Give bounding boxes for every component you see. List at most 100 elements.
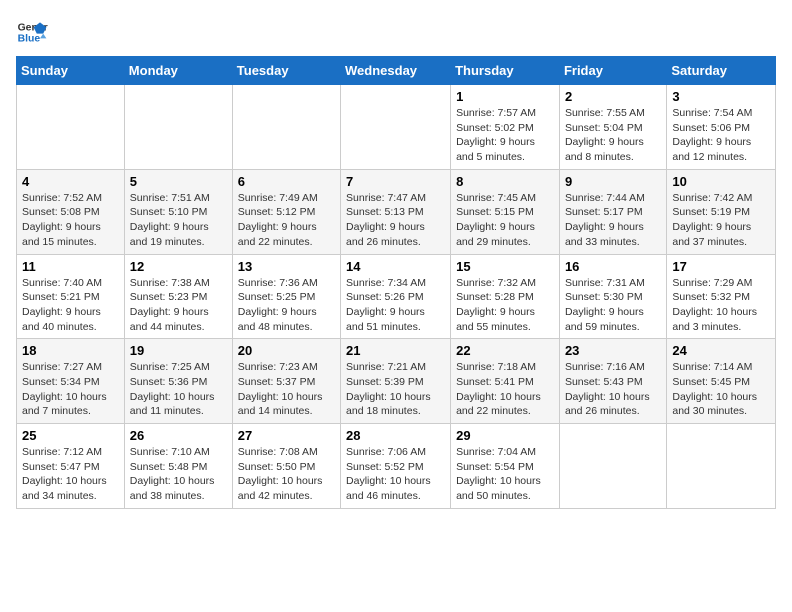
calendar-cell: 5 Sunrise: 7:51 AM Sunset: 5:10 PM Daylig… (124, 169, 232, 254)
day-number: 15 (456, 259, 554, 274)
day-info: Sunrise: 7:34 AM Sunset: 5:26 PM Dayligh… (346, 276, 445, 335)
day-info: Sunrise: 7:44 AM Sunset: 5:17 PM Dayligh… (565, 191, 661, 250)
calendar-cell: 19 Sunrise: 7:25 AM Sunset: 5:36 PM Dayli… (124, 339, 232, 424)
day-info: Sunrise: 7:55 AM Sunset: 5:04 PM Dayligh… (565, 106, 661, 165)
day-info: Sunrise: 7:31 AM Sunset: 5:30 PM Dayligh… (565, 276, 661, 335)
calendar-cell (232, 85, 340, 170)
calendar-cell: 1 Sunrise: 7:57 AM Sunset: 5:02 PM Daylig… (451, 85, 560, 170)
day-number: 27 (238, 428, 335, 443)
calendar-cell: 26 Sunrise: 7:10 AM Sunset: 5:48 PM Dayli… (124, 424, 232, 509)
day-number: 8 (456, 174, 554, 189)
calendar-cell: 13 Sunrise: 7:36 AM Sunset: 5:25 PM Dayli… (232, 254, 340, 339)
logo-icon: General Blue (16, 16, 48, 48)
day-info: Sunrise: 7:29 AM Sunset: 5:32 PM Dayligh… (672, 276, 770, 335)
calendar-cell: 8 Sunrise: 7:45 AM Sunset: 5:15 PM Daylig… (451, 169, 560, 254)
calendar-cell (341, 85, 451, 170)
day-info: Sunrise: 7:14 AM Sunset: 5:45 PM Dayligh… (672, 360, 770, 419)
day-info: Sunrise: 7:42 AM Sunset: 5:19 PM Dayligh… (672, 191, 770, 250)
day-info: Sunrise: 7:49 AM Sunset: 5:12 PM Dayligh… (238, 191, 335, 250)
calendar-week-row: 25Sunrise: 7:12 AM Sunset: 5:47 PM Dayli… (17, 424, 776, 509)
calendar-cell (124, 85, 232, 170)
calendar-cell: 2 Sunrise: 7:55 AM Sunset: 5:04 PM Daylig… (559, 85, 666, 170)
day-number: 20 (238, 343, 335, 358)
calendar-cell: 6 Sunrise: 7:49 AM Sunset: 5:12 PM Daylig… (232, 169, 340, 254)
day-number: 24 (672, 343, 770, 358)
logo: General Blue (16, 16, 48, 48)
calendar-cell: 29Sunrise: 7:04 AM Sunset: 5:54 PM Dayli… (451, 424, 560, 509)
calendar-table: SundayMondayTuesdayWednesdayThursdayFrid… (16, 56, 776, 509)
day-number: 3 (672, 89, 770, 104)
day-number: 19 (130, 343, 227, 358)
calendar-cell: 23Sunrise: 7:16 AM Sunset: 5:43 PM Dayli… (559, 339, 666, 424)
weekday-header-saturday: Saturday (667, 57, 776, 85)
day-info: Sunrise: 7:27 AM Sunset: 5:34 PM Dayligh… (22, 360, 119, 419)
calendar-cell: 17 Sunrise: 7:29 AM Sunset: 5:32 PM Dayli… (667, 254, 776, 339)
calendar-cell: 7Sunrise: 7:47 AM Sunset: 5:13 PM Daylig… (341, 169, 451, 254)
day-number: 14 (346, 259, 445, 274)
weekday-header-monday: Monday (124, 57, 232, 85)
calendar-week-row: 18 Sunrise: 7:27 AM Sunset: 5:34 PM Dayli… (17, 339, 776, 424)
day-number: 21 (346, 343, 445, 358)
calendar-cell (17, 85, 125, 170)
day-number: 12 (130, 259, 227, 274)
day-number: 26 (130, 428, 227, 443)
day-number: 10 (672, 174, 770, 189)
day-info: Sunrise: 7:16 AM Sunset: 5:43 PM Dayligh… (565, 360, 661, 419)
calendar-cell (559, 424, 666, 509)
day-info: Sunrise: 7:40 AM Sunset: 5:21 PM Dayligh… (22, 276, 119, 335)
day-number: 22 (456, 343, 554, 358)
calendar-cell: 22Sunrise: 7:18 AM Sunset: 5:41 PM Dayli… (451, 339, 560, 424)
calendar-cell: 28 Sunrise: 7:06 AM Sunset: 5:52 PM Dayli… (341, 424, 451, 509)
calendar-cell: 18 Sunrise: 7:27 AM Sunset: 5:34 PM Dayli… (17, 339, 125, 424)
calendar-cell: 25Sunrise: 7:12 AM Sunset: 5:47 PM Dayli… (17, 424, 125, 509)
day-number: 17 (672, 259, 770, 274)
calendar-cell: 21 Sunrise: 7:21 AM Sunset: 5:39 PM Dayli… (341, 339, 451, 424)
calendar-cell (667, 424, 776, 509)
day-info: Sunrise: 7:06 AM Sunset: 5:52 PM Dayligh… (346, 445, 445, 504)
calendar-week-row: 4Sunrise: 7:52 AM Sunset: 5:08 PM Daylig… (17, 169, 776, 254)
day-number: 18 (22, 343, 119, 358)
day-number: 1 (456, 89, 554, 104)
calendar-cell: 27 Sunrise: 7:08 AM Sunset: 5:50 PM Dayli… (232, 424, 340, 509)
weekday-header-friday: Friday (559, 57, 666, 85)
weekday-header-thursday: Thursday (451, 57, 560, 85)
day-info: Sunrise: 7:51 AM Sunset: 5:10 PM Dayligh… (130, 191, 227, 250)
calendar-cell: 12 Sunrise: 7:38 AM Sunset: 5:23 PM Dayli… (124, 254, 232, 339)
page-header: General Blue (16, 16, 776, 48)
day-number: 28 (346, 428, 445, 443)
day-info: Sunrise: 7:08 AM Sunset: 5:50 PM Dayligh… (238, 445, 335, 504)
calendar-cell: 9 Sunrise: 7:44 AM Sunset: 5:17 PM Daylig… (559, 169, 666, 254)
day-info: Sunrise: 7:10 AM Sunset: 5:48 PM Dayligh… (130, 445, 227, 504)
day-number: 5 (130, 174, 227, 189)
day-number: 2 (565, 89, 661, 104)
day-number: 9 (565, 174, 661, 189)
weekday-header-wednesday: Wednesday (341, 57, 451, 85)
calendar-cell: 24 Sunrise: 7:14 AM Sunset: 5:45 PM Dayli… (667, 339, 776, 424)
day-info: Sunrise: 7:23 AM Sunset: 5:37 PM Dayligh… (238, 360, 335, 419)
day-number: 6 (238, 174, 335, 189)
day-info: Sunrise: 7:21 AM Sunset: 5:39 PM Dayligh… (346, 360, 445, 419)
day-number: 29 (456, 428, 554, 443)
svg-text:Blue: Blue (18, 34, 41, 45)
calendar-cell: 3 Sunrise: 7:54 AM Sunset: 5:06 PM Daylig… (667, 85, 776, 170)
calendar-cell: 14 Sunrise: 7:34 AM Sunset: 5:26 PM Dayli… (341, 254, 451, 339)
day-info: Sunrise: 7:12 AM Sunset: 5:47 PM Dayligh… (22, 445, 119, 504)
calendar-cell: 15Sunrise: 7:32 AM Sunset: 5:28 PM Dayli… (451, 254, 560, 339)
day-info: Sunrise: 7:54 AM Sunset: 5:06 PM Dayligh… (672, 106, 770, 165)
day-info: Sunrise: 7:38 AM Sunset: 5:23 PM Dayligh… (130, 276, 227, 335)
day-info: Sunrise: 7:45 AM Sunset: 5:15 PM Dayligh… (456, 191, 554, 250)
day-info: Sunrise: 7:36 AM Sunset: 5:25 PM Dayligh… (238, 276, 335, 335)
day-info: Sunrise: 7:57 AM Sunset: 5:02 PM Dayligh… (456, 106, 554, 165)
weekday-header-tuesday: Tuesday (232, 57, 340, 85)
day-info: Sunrise: 7:47 AM Sunset: 5:13 PM Dayligh… (346, 191, 445, 250)
calendar-cell: 10 Sunrise: 7:42 AM Sunset: 5:19 PM Dayli… (667, 169, 776, 254)
weekday-header-row: SundayMondayTuesdayWednesdayThursdayFrid… (17, 57, 776, 85)
day-number: 16 (565, 259, 661, 274)
calendar-week-row: 11 Sunrise: 7:40 AM Sunset: 5:21 PM Dayli… (17, 254, 776, 339)
calendar-cell: 11 Sunrise: 7:40 AM Sunset: 5:21 PM Dayli… (17, 254, 125, 339)
calendar-week-row: 1 Sunrise: 7:57 AM Sunset: 5:02 PM Daylig… (17, 85, 776, 170)
day-number: 11 (22, 259, 119, 274)
day-info: Sunrise: 7:25 AM Sunset: 5:36 PM Dayligh… (130, 360, 227, 419)
day-number: 4 (22, 174, 119, 189)
day-number: 13 (238, 259, 335, 274)
